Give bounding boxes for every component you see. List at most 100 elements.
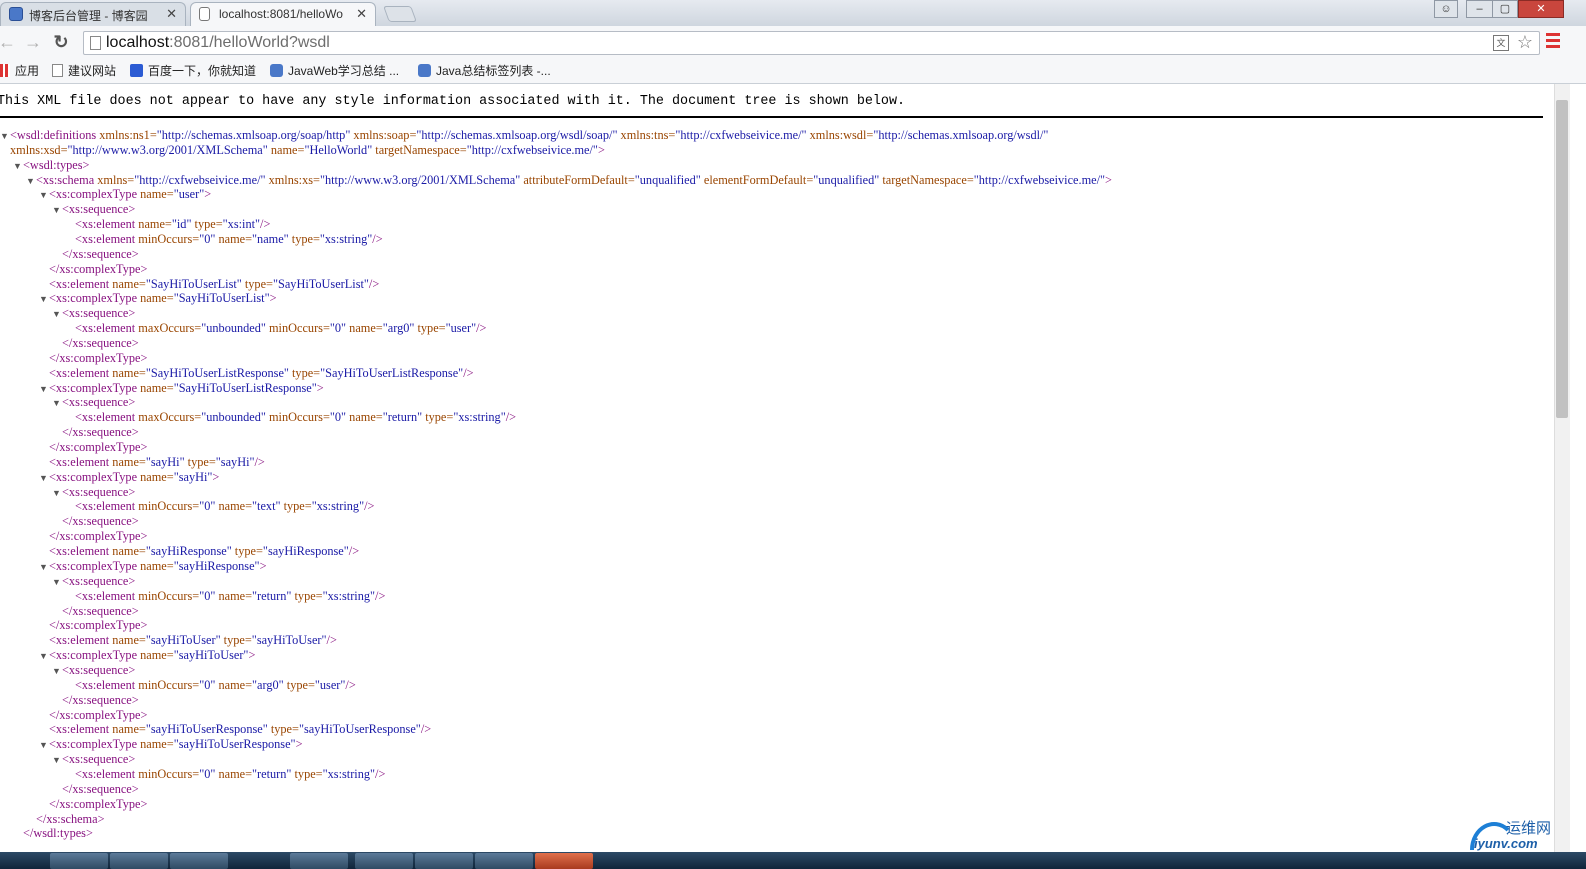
minimize-icon[interactable]: – [1466,0,1492,18]
bookmark-star-icon[interactable]: ☆ [1517,32,1533,53]
tab-title: 博客后台管理 - 博客园 [29,9,148,23]
collapse-triangle-icon[interactable]: ▼ [39,292,49,307]
xml-line: </xs:complexType> [0,797,1112,812]
xml-attr-name: maxOccurs= [135,321,202,336]
xml-attr-name: type= [422,410,454,425]
tab-blog-admin[interactable]: 博客后台管理 - 博客园 ✕ [0,2,186,26]
xml-attr-name: name= [137,558,174,573]
taskbar-item[interactable] [475,853,533,869]
xml-tag: </xs:sequence> [62,246,139,261]
collapse-triangle-icon[interactable]: ▼ [0,129,10,144]
xml-attr-value: "unbounded" [201,410,266,425]
xml-tag: <xs:sequence> [62,484,136,499]
collapse-triangle-icon[interactable]: ▼ [52,203,62,218]
bookmark-apps[interactable]: 应用 [0,62,39,80]
collapse-triangle-icon[interactable]: ▼ [39,188,49,203]
collapse-triangle-icon[interactable]: ▼ [13,159,23,174]
new-tab-button[interactable] [383,6,417,22]
back-icon[interactable]: ← [0,31,18,53]
xml-indent [65,679,75,694]
xml-indent [65,768,75,783]
xml-tag: <xs:element [75,766,136,781]
taskbar-item[interactable] [355,853,413,869]
xml-tag: <xs:complexType [49,648,138,663]
xml-attr-name: type= [288,232,320,247]
xml-attr-name: name= [137,291,174,306]
xml-line: <xs:element name="sayHiResponse" type="s… [0,544,1112,559]
xml-attr-value: "SayHiToUserListResponse" [320,365,464,380]
translate-icon[interactable]: 文 [1493,35,1509,51]
collapse-triangle-icon[interactable]: ▼ [26,174,36,189]
taskbar-item[interactable] [170,853,228,869]
cnblogs-favicon-icon [9,7,23,21]
xml-indent [39,619,49,634]
collapse-triangle-icon[interactable]: ▼ [52,753,62,768]
windows-taskbar [0,852,1586,869]
user-icon[interactable]: ☺ [1434,0,1458,18]
tab-strip: 博客后台管理 - 博客园 ✕ localhost:8081/helloWo ✕ … [0,0,1586,26]
taskbar-item[interactable] [50,853,108,869]
collapse-triangle-icon[interactable]: ▼ [39,471,49,486]
xml-line: <xs:element minOccurs="0" name="arg0" ty… [0,678,1112,693]
reload-icon[interactable]: ↻ [50,31,72,53]
xml-attr-name: type= [291,766,323,781]
collapse-triangle-icon[interactable]: ▼ [39,738,49,753]
xml-attr-name: xmlns:xs= [265,172,320,187]
xml-attr-value: "sayHiToUser" [145,633,221,648]
xml-attr-value: "0" [329,321,347,336]
notice-divider [0,116,1543,118]
taskbar-item[interactable] [415,853,473,869]
taskbar-item[interactable] [535,853,593,869]
xml-indent [65,411,75,426]
xml-attr-value: "http://cxfwebseivice.me/" [675,128,807,142]
xml-attr-name: targetNamespace= [372,142,467,157]
xml-indent [52,515,62,530]
close-tab-icon[interactable]: ✕ [166,6,177,22]
xml-attr-value: "http://www.w3.org/2001/XMLSchema" [67,142,268,157]
xml-line: <xs:element minOccurs="0" name="text" ty… [0,499,1112,514]
bookmark-java-summary[interactable]: Java总结标签列表 -... [418,62,551,80]
taskbar-item[interactable] [290,853,348,869]
xml-tag: </xs:complexType> [49,707,148,722]
xml-tag: <xs:element [75,217,136,232]
xml-attr-value: "arg0" [382,321,415,336]
collapse-triangle-icon[interactable]: ▼ [39,382,49,397]
taskbar-item[interactable] [110,853,168,869]
forward-icon[interactable]: → [22,31,44,53]
xml-attr-value: "xs:string" [319,232,373,247]
xml-attr-name: elementFormDefault= [700,172,814,187]
collapse-triangle-icon[interactable]: ▼ [52,664,62,679]
xml-tag: </wsdl:types> [23,826,93,841]
collapse-triangle-icon[interactable]: ▼ [39,560,49,575]
collapse-triangle-icon[interactable]: ▼ [39,649,49,664]
xml-attr-name: name= [137,469,174,484]
menu-icon[interactable] [1546,33,1560,49]
address-bar[interactable]: localhost:8081/helloWorld?wsdl 文 ☆ [83,31,1540,55]
xml-attr-name: xmlns= [94,172,135,187]
close-tab-icon[interactable]: ✕ [356,6,367,22]
xml-indent [39,634,49,649]
cnblogs-icon [270,64,283,77]
xml-line: ▼<xs:sequence> [0,752,1112,767]
page-icon [90,36,101,50]
bookmark-baidu[interactable]: 百度一下，你就知道 [130,62,256,80]
url-text[interactable]: localhost:8081/helloWorld?wsdl [106,34,330,52]
xml-line: <xs:element minOccurs="0" name="return" … [0,589,1112,604]
bookmark-suggested-sites[interactable]: 建议网站 [52,62,116,80]
collapse-triangle-icon[interactable]: ▼ [52,575,62,590]
xml-tag: <xs:element [49,365,110,380]
collapse-triangle-icon[interactable]: ▼ [52,486,62,501]
xml-attr-value: "0" [199,766,216,781]
xml-attr-value: "SayHiToUserListResponse" [173,380,317,395]
bookmark-javaweb[interactable]: JavaWeb学习总结 ... [270,62,399,80]
maximize-icon[interactable]: ▢ [1492,0,1518,18]
xml-attr-value: "sayHiToUserResponse" [173,737,296,752]
scrollbar-thumb[interactable] [1556,100,1568,418]
collapse-triangle-icon[interactable]: ▼ [52,396,62,411]
xml-line: ▼<xs:complexType name="sayHi"> [0,470,1112,485]
xml-attr-value: "0" [199,499,216,514]
tab-localhost[interactable]: localhost:8081/helloWo ✕ [190,2,376,26]
close-window-icon[interactable]: ✕ [1518,0,1564,18]
collapse-triangle-icon[interactable]: ▼ [52,307,62,322]
xml-indent [13,827,23,842]
